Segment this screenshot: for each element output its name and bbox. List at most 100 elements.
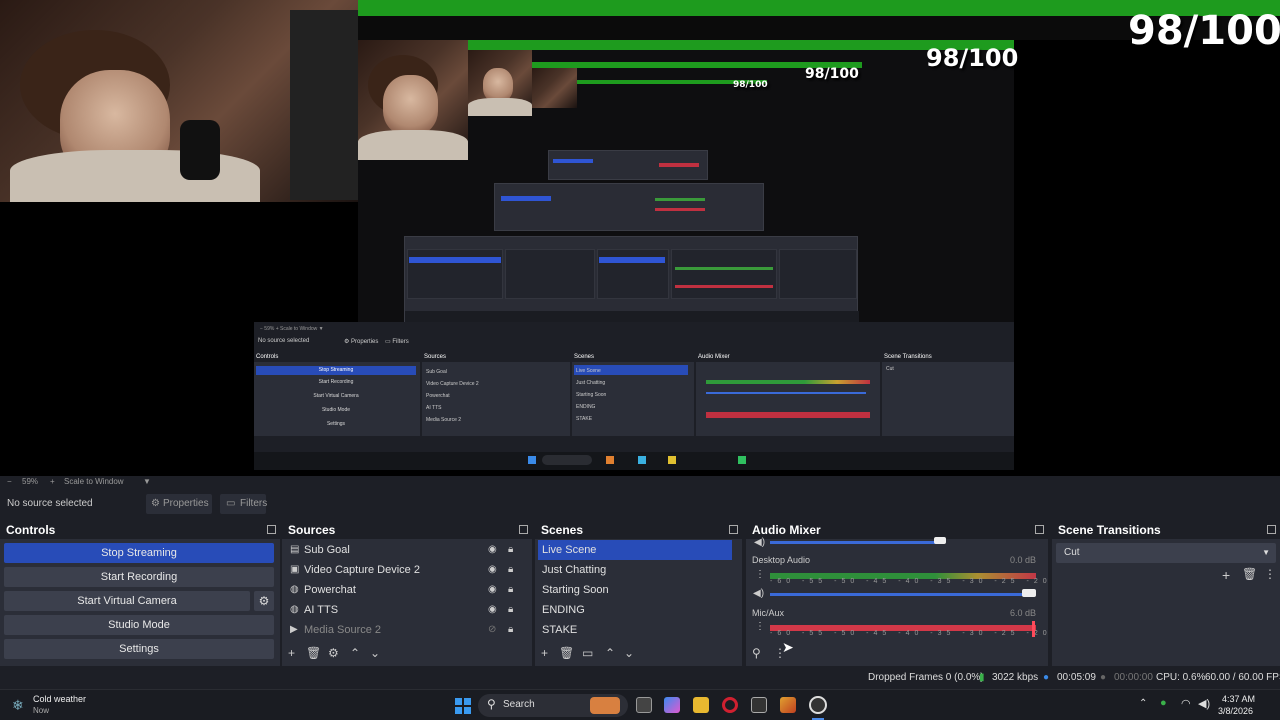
- filter-icon: ▭: [226, 498, 236, 509]
- partial-volume-slider[interactable]: [770, 541, 940, 544]
- controls-dock: Controls Stop Streaming Start Recording …: [0, 521, 280, 666]
- move-up-icon[interactable]: ⌃: [350, 646, 360, 660]
- zoom-in-button[interactable]: +: [50, 477, 55, 486]
- channel-menu-icon[interactable]: ⋮: [755, 621, 765, 632]
- volume-knob[interactable]: [934, 537, 946, 544]
- filters-button[interactable]: ▭ Filters: [220, 494, 267, 514]
- audio-mixer-title: Audio Mixer: [752, 523, 821, 537]
- visibility-eye-icon[interactable]: ◉: [488, 560, 497, 580]
- undock-icon[interactable]: [519, 525, 528, 534]
- media-play-icon: ▶: [290, 624, 298, 635]
- status-bar: Dropped Frames 0 (0.0%) ▮ 3022 kbps ● 00…: [0, 667, 1280, 689]
- preview-canvas[interactable]: 98/100 98/100 98/100 98/100 − 59% + Scal…: [0, 0, 1280, 476]
- browser-icon: ◍: [290, 584, 299, 595]
- move-up-icon[interactable]: ⌃: [605, 646, 615, 660]
- bitrate: 3022 kbps: [992, 672, 1039, 683]
- clock-time[interactable]: 4:37 AM: [1222, 694, 1255, 704]
- desktop-volume-slider[interactable]: [770, 593, 1032, 596]
- lock-icon[interactable]: 🔒︎: [508, 620, 513, 640]
- weather-widget[interactable]: ❄ Cold weather Now: [12, 693, 132, 719]
- lock-icon[interactable]: 🔒︎: [508, 580, 513, 600]
- source-item[interactable]: ▶ Media Source 2 ⊘ 🔒︎: [282, 620, 532, 640]
- audio-settings-icon[interactable]: ⚲: [752, 646, 761, 660]
- channel-name: Mic/Aux: [752, 608, 785, 618]
- opera-icon[interactable]: [722, 697, 738, 713]
- lock-icon[interactable]: 🔒︎: [508, 560, 513, 580]
- channel-menu-icon[interactable]: ⋮: [755, 569, 765, 580]
- task-view-icon[interactable]: [636, 697, 652, 713]
- source-type-icon: ▤: [290, 544, 300, 555]
- wifi-icon[interactable]: ◠: [1181, 697, 1191, 710]
- scene-filters-icon[interactable]: ▭: [582, 646, 593, 660]
- store-icon[interactable]: [751, 697, 767, 713]
- live-time: 00:05:09: [1057, 672, 1096, 683]
- sources-dock: Sources ▤ Sub Goal ◉ 🔒︎ ▣ Video Capture …: [282, 521, 532, 666]
- transition-menu-icon[interactable]: ⋮: [1264, 567, 1276, 581]
- volume-knob[interactable]: [1022, 589, 1036, 597]
- remove-transition-icon[interactable]: 🗑︎: [1242, 567, 1257, 581]
- move-down-icon[interactable]: ⌄: [624, 646, 634, 660]
- transition-select[interactable]: Cut ▼: [1056, 543, 1276, 563]
- remove-source-icon[interactable]: 🗑︎: [306, 646, 321, 660]
- windows-taskbar: ❄ Cold weather Now ⚲ Search ⌃ ● ◠ ◀) 4:3…: [0, 689, 1280, 720]
- app-icon[interactable]: [780, 697, 796, 713]
- scene-item[interactable]: Starting Soon: [538, 580, 732, 600]
- undock-icon[interactable]: [1267, 525, 1276, 534]
- settings-button[interactable]: Settings: [4, 639, 274, 659]
- scenes-dock: Scenes Live Scene Just Chatting Starting…: [535, 521, 742, 666]
- undock-icon[interactable]: [1035, 525, 1044, 534]
- add-source-icon[interactable]: +: [288, 646, 295, 660]
- browser-icon: ◍: [290, 604, 299, 615]
- source-item[interactable]: ▣ Video Capture Device 2 ◉ 🔒︎: [282, 560, 532, 580]
- start-virtual-camera-button[interactable]: Start Virtual Camera: [4, 591, 250, 611]
- clock-date[interactable]: 3/8/2026: [1218, 706, 1253, 716]
- studio-mode-button[interactable]: Studio Mode: [4, 615, 274, 635]
- webcam-feed: [0, 0, 358, 202]
- scale-mode-dropdown-icon[interactable]: ▼: [143, 477, 151, 486]
- source-item[interactable]: ◍ AI TTS ◉ 🔒︎: [282, 600, 532, 620]
- controls-title: Controls: [6, 523, 56, 537]
- obs-icon[interactable]: [809, 696, 827, 714]
- scene-item[interactable]: ENDING: [538, 600, 732, 620]
- start-recording-button[interactable]: Start Recording: [4, 567, 274, 587]
- copilot-icon[interactable]: [664, 697, 680, 713]
- properties-button[interactable]: ⚙ Properties: [146, 494, 212, 514]
- file-explorer-icon[interactable]: [693, 697, 709, 713]
- source-properties-icon[interactable]: ⚙: [328, 646, 339, 660]
- goal-score-main: 98/100: [1128, 8, 1280, 54]
- lock-icon[interactable]: 🔒︎: [508, 540, 513, 560]
- start-windows-icon[interactable]: [455, 698, 471, 714]
- hidden-eye-icon[interactable]: ⊘: [488, 620, 496, 640]
- scene-item[interactable]: Just Chatting: [538, 560, 732, 580]
- search-icon: ⚲: [487, 697, 496, 711]
- stop-streaming-button[interactable]: Stop Streaming: [4, 543, 274, 563]
- scene-item[interactable]: STAKE: [538, 620, 732, 640]
- undock-icon[interactable]: [267, 525, 276, 534]
- source-item[interactable]: ▤ Sub Goal ◉ 🔒︎: [282, 540, 532, 560]
- visibility-eye-icon[interactable]: ◉: [488, 580, 497, 600]
- add-scene-icon[interactable]: +: [541, 646, 548, 660]
- source-context-bar: No source selected ⚙ Properties ▭ Filter…: [0, 492, 1280, 516]
- scale-mode-label[interactable]: Scale to Window: [64, 477, 124, 486]
- visibility-eye-icon[interactable]: ◉: [488, 540, 497, 560]
- source-item[interactable]: ◍ Powerchat ◉ 🔒︎: [282, 580, 532, 600]
- taskbar-search-box[interactable]: ⚲ Search: [478, 694, 628, 717]
- volume-icon[interactable]: ◀): [753, 588, 764, 599]
- virtual-camera-settings-icon[interactable]: ⚙: [254, 591, 274, 611]
- zoom-out-button[interactable]: −: [7, 477, 12, 486]
- tray-chevron-icon[interactable]: ⌃: [1139, 698, 1147, 709]
- tray-app-icon[interactable]: ●: [1160, 697, 1167, 709]
- scene-item[interactable]: Live Scene: [538, 540, 732, 560]
- add-transition-icon[interactable]: +: [1222, 567, 1230, 583]
- move-down-icon[interactable]: ⌄: [370, 646, 380, 660]
- channel-name: Desktop Audio: [752, 555, 811, 565]
- undock-icon[interactable]: [729, 525, 738, 534]
- volume-icon[interactable]: ◀): [1198, 697, 1210, 710]
- search-highlight-icon: [590, 697, 620, 714]
- lock-icon[interactable]: 🔒︎: [508, 600, 513, 620]
- visibility-eye-icon[interactable]: ◉: [488, 600, 497, 620]
- remove-scene-icon[interactable]: 🗑︎: [559, 646, 574, 660]
- cpu-usage: CPU: 0.6%: [1156, 672, 1206, 683]
- volume-icon[interactable]: ◀): [754, 537, 765, 548]
- record-icon: ●: [1100, 672, 1107, 683]
